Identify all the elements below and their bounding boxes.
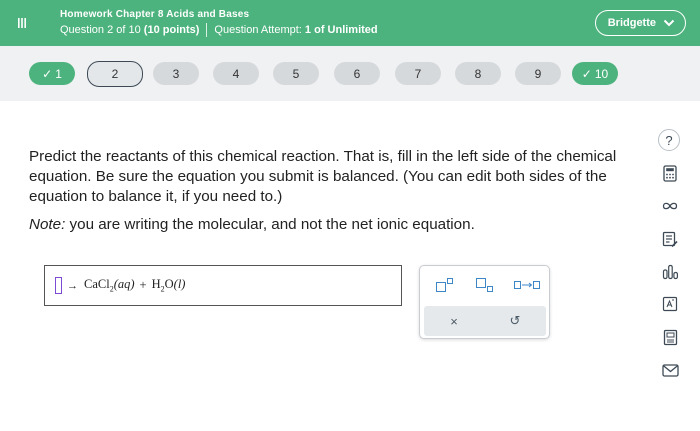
question-nav-6[interactable]: 6 [334, 62, 380, 85]
product-cacl2: CaCl2(aq) [84, 277, 135, 294]
question-nav-7[interactable]: 7 [395, 62, 441, 85]
assignment-title: Homework Chapter 8 Acids and Bases [60, 9, 250, 20]
question-nav-label: 1 [55, 66, 62, 81]
user-name: Bridgette [607, 17, 656, 29]
reference-button[interactable] [660, 294, 680, 314]
hamburger-icon [18, 18, 26, 28]
product-h2o: H2O(l) [152, 277, 186, 294]
divider [206, 23, 208, 37]
question-nav-label: 8 [474, 66, 482, 81]
help-icon: ? [665, 132, 673, 148]
subscript-button[interactable] [474, 276, 496, 294]
help-button[interactable]: ? [658, 129, 680, 151]
graph-button[interactable] [660, 262, 680, 282]
product-formula: H [151, 277, 161, 292]
box-arrow-box-icon [514, 281, 540, 289]
checkmark-icon: ✓ [581, 66, 592, 81]
question-points: (10 points) [143, 24, 200, 36]
plus-sign: + [139, 278, 147, 292]
note-label: Note: [29, 216, 66, 233]
equation-answer-box[interactable]: → CaCl2(aq) + H2O(l) [44, 265, 402, 306]
infinity-icon [662, 202, 678, 210]
user-menu-button[interactable]: Bridgette [594, 10, 686, 36]
chevron-down-icon [663, 19, 675, 27]
question-nav-1[interactable]: ✓ 1 [29, 62, 75, 85]
question-nav-label: 2 [111, 67, 119, 81]
question-nav-label: 9 [534, 66, 542, 81]
reaction-arrow: → [67, 279, 78, 292]
link-button[interactable] [660, 196, 680, 216]
calculator-button[interactable] [660, 163, 680, 183]
equation-tools-palette: × ↺ [419, 265, 550, 339]
notes-icon [662, 231, 678, 247]
state-label: (l) [173, 277, 186, 292]
question-nav-5[interactable]: 5 [273, 62, 319, 85]
reactant-input-slot[interactable] [55, 277, 62, 294]
undo-button[interactable]: ↺ [506, 313, 524, 329]
question-nav-9[interactable]: 9 [515, 62, 561, 85]
question-nav-10[interactable]: ✓ 10 [572, 62, 618, 85]
question-nav-4[interactable]: 4 [213, 62, 259, 85]
top-header: Homework Chapter 8 Acids and Bases Quest… [0, 0, 700, 46]
question-number: Question 2 of 10 [60, 24, 141, 36]
calculator-icon [663, 164, 677, 182]
attempt-value: 1 of Unlimited [304, 24, 378, 36]
undo-icon: ↺ [509, 313, 521, 328]
subscript-icon [476, 278, 493, 292]
checkmark-icon: ✓ [42, 66, 53, 81]
bar-chart-icon [662, 264, 678, 280]
question-nav-3[interactable]: 3 [153, 62, 199, 85]
menu-button[interactable] [0, 0, 44, 46]
mail-icon [661, 363, 679, 377]
periodic-table-button[interactable] [660, 327, 680, 347]
note-text: you are writing the molecular, and not t… [65, 216, 475, 233]
question-nav-label: 6 [353, 66, 361, 81]
question-nav-2[interactable]: 2 [87, 61, 143, 87]
question-nav-label: 10 [594, 66, 609, 81]
state-label: (aq) [113, 277, 135, 292]
close-icon: × [450, 313, 458, 329]
question-text: Predict the reactants of this chemical r… [29, 148, 617, 205]
question-info: Question 2 of 10 (10 points) Question At… [60, 23, 378, 37]
palette-actions: × ↺ [424, 306, 546, 336]
superscript-button[interactable] [434, 276, 456, 294]
reference-icon [662, 296, 678, 312]
periodic-table-icon [663, 329, 677, 345]
attempt-label: Question Attempt: [214, 24, 302, 36]
question-nav-label: 7 [414, 66, 422, 81]
notes-button[interactable] [660, 229, 680, 249]
message-button[interactable] [660, 360, 680, 380]
superscript-icon [436, 278, 453, 292]
question-navigation: ✓ 1 2 3 4 5 6 7 8 9 ✓ 10 [0, 46, 700, 101]
question-nav-label: 3 [172, 66, 180, 81]
assignment-info: Homework Chapter 8 Acids and Bases Quest… [60, 9, 378, 37]
clear-button[interactable]: × [445, 313, 463, 329]
question-nav-8[interactable]: 8 [455, 62, 501, 85]
product-formula: CaCl [84, 277, 110, 292]
product-formula: O [164, 277, 174, 292]
question-note: Note: you are writing the molecular, and… [29, 216, 659, 233]
question-nav-label: 5 [292, 66, 300, 81]
question-nav-label: 4 [232, 66, 240, 81]
reaction-arrow-button[interactable] [512, 276, 542, 294]
